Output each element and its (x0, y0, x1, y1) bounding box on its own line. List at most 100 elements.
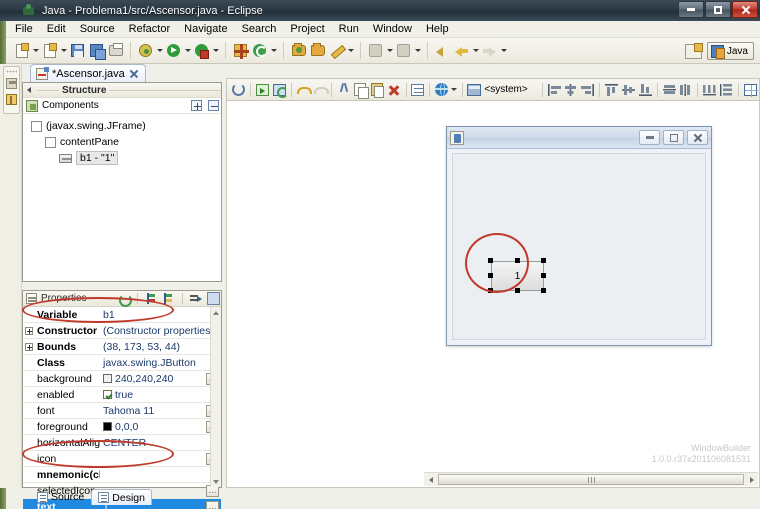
refresh-gui-button[interactable] (271, 81, 288, 99)
last-edit-dropdown[interactable] (385, 41, 394, 60)
property-row-background[interactable]: background 240,240,240 … (23, 371, 221, 387)
distribute-h-button[interactable] (661, 81, 678, 99)
minimize-button[interactable] (639, 130, 660, 145)
align-hcenter-button[interactable] (563, 81, 580, 99)
goto-definition-icon[interactable] (189, 292, 202, 305)
property-row-mnemonic[interactable]: mnemonic(ch... (23, 467, 221, 483)
property-row-constructor[interactable]: Constructor (Constructor properties) (23, 323, 221, 339)
property-row-font[interactable]: font Tahoma 11 … (23, 403, 221, 419)
new-java-class-dropdown[interactable] (59, 41, 68, 60)
annotation-dropdown[interactable] (346, 41, 355, 60)
minimize-button[interactable] (678, 1, 704, 18)
expand-all-icon[interactable] (191, 100, 202, 111)
align-bottom-button[interactable] (637, 81, 654, 99)
property-row-enabled[interactable]: enabled true (23, 387, 221, 403)
align-top-button[interactable] (603, 81, 620, 99)
forward-dropdown[interactable] (471, 41, 480, 60)
print-button[interactable] (106, 41, 125, 60)
last-edit-location-button[interactable] (366, 41, 385, 60)
property-value-cell[interactable]: true (100, 389, 221, 401)
forward-gray-button[interactable] (480, 41, 499, 60)
align-vcenter-button[interactable] (620, 81, 637, 99)
tree-node-contentpane[interactable]: contentPane (23, 134, 221, 150)
perspective-java-button[interactable]: Java (706, 42, 754, 60)
externalize-strings-button[interactable] (433, 81, 450, 99)
collapse-all-icon[interactable] (208, 100, 219, 111)
replicate-width-button[interactable] (701, 81, 718, 99)
replicate-height-button[interactable] (718, 81, 735, 99)
menu-help[interactable]: Help (419, 22, 456, 36)
property-value[interactable]: (Constructor properties) (100, 325, 221, 337)
package-explorer-icon[interactable] (6, 78, 17, 89)
open-task-button[interactable] (308, 41, 327, 60)
property-value[interactable]: Tahoma 11 (100, 405, 206, 417)
chevron-left-icon[interactable] (25, 85, 34, 96)
open-perspective-icon[interactable] (684, 42, 703, 59)
property-value-cell[interactable]: 0,0,0 (100, 421, 206, 433)
property-row-bounds[interactable]: Bounds (38, 173, 53, 44) (23, 339, 221, 355)
refresh-design-button[interactable] (230, 81, 247, 99)
align-left-button[interactable] (546, 81, 563, 99)
look-and-feel-button[interactable] (466, 81, 483, 99)
properties-button[interactable] (409, 81, 426, 99)
menu-window[interactable]: Window (366, 22, 419, 36)
open-type-dropdown[interactable] (269, 41, 278, 60)
resize-handle-se[interactable] (541, 288, 546, 293)
menu-refactor[interactable]: Refactor (122, 22, 178, 36)
outline-icon[interactable] (6, 94, 17, 105)
next-annotation-button[interactable] (394, 41, 413, 60)
menu-project[interactable]: Project (283, 22, 331, 36)
new-java-class-button[interactable] (40, 41, 59, 60)
scrollbar-thumb[interactable] (438, 474, 744, 485)
scroll-down-icon[interactable] (211, 476, 221, 487)
toggle-grid-button[interactable] (742, 81, 759, 99)
close-button[interactable] (732, 1, 758, 18)
redo-button[interactable] (311, 81, 329, 99)
scroll-left-icon[interactable] (424, 474, 437, 486)
menu-edit[interactable]: Edit (40, 22, 73, 36)
next-annotation-dropdown[interactable] (413, 41, 422, 60)
expand-icon[interactable] (23, 342, 34, 351)
properties-scrollbar[interactable] (210, 307, 221, 487)
run-button[interactable] (164, 41, 183, 60)
copy-button[interactable] (352, 81, 370, 99)
scroll-right-icon[interactable] (745, 474, 758, 486)
run-dropdown[interactable] (183, 41, 192, 60)
forward-button[interactable] (452, 41, 471, 60)
annotation-button[interactable] (327, 41, 346, 60)
close-button[interactable] (687, 130, 708, 145)
tree-node-b1[interactable]: b1 - "1" (23, 150, 221, 166)
forward-gray-dropdown[interactable] (499, 41, 508, 60)
delete-button[interactable] (386, 81, 403, 99)
checkbox-icon[interactable] (103, 390, 112, 399)
menu-search[interactable]: Search (235, 22, 284, 36)
test-gui-button[interactable] (254, 81, 271, 99)
maximize-button[interactable] (705, 1, 731, 18)
drag-handle[interactable] (6, 70, 17, 73)
scroll-up-icon[interactable] (211, 307, 221, 318)
external-tools-dropdown[interactable] (211, 41, 220, 60)
open-type-button[interactable] (250, 41, 269, 60)
expand-icon[interactable] (23, 326, 34, 335)
undo-button[interactable] (294, 81, 312, 99)
new-wizard-button[interactable] (12, 41, 31, 60)
property-value-cell[interactable]: 240,240,240 (100, 373, 206, 385)
canvas-horizontal-scrollbar[interactable] (424, 472, 758, 486)
open-resource-button[interactable] (289, 41, 308, 60)
tree-node-jframe[interactable]: (javax.swing.JFrame) (23, 118, 221, 134)
resize-handle-e[interactable] (541, 273, 546, 278)
close-icon[interactable] (129, 69, 139, 79)
editor-tab-ascensor[interactable]: *Ascensor.java (30, 64, 146, 82)
resize-handle-ne[interactable] (541, 258, 546, 263)
align-right-button[interactable] (579, 81, 596, 99)
externalize-dropdown[interactable] (450, 80, 458, 99)
tab-source[interactable]: Source (30, 489, 91, 505)
property-row-class[interactable]: Class javax.swing.JButton (23, 355, 221, 371)
debug-button[interactable] (136, 41, 155, 60)
cut-button[interactable] (335, 81, 352, 99)
back-button[interactable] (433, 41, 452, 60)
fast-view-group[interactable] (3, 66, 20, 114)
menu-source[interactable]: Source (73, 22, 122, 36)
save-all-button[interactable] (87, 41, 106, 60)
tab-design[interactable]: Design (91, 489, 152, 505)
